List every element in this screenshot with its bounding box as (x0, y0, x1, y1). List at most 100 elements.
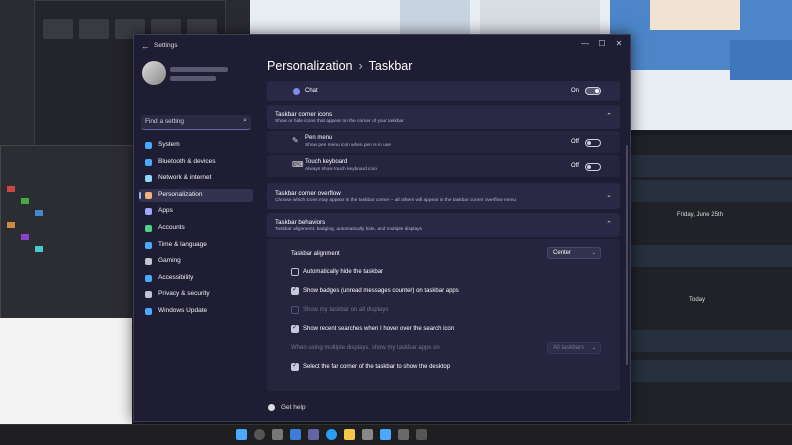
store-icon[interactable] (362, 429, 373, 440)
touch-keyboard-row: ⌨ Touch keyboard Always show touch keybo… (267, 155, 620, 177)
chevron-down-icon: ⌄ (591, 250, 596, 256)
back-arrow-icon[interactable]: ← (141, 41, 150, 51)
edge-icon[interactable] (326, 429, 337, 440)
sidebar-item-icon (145, 241, 152, 249)
chat-label: Chat (305, 88, 318, 94)
corner-icons-title: Taskbar corner icons (275, 111, 333, 118)
sidebar-item-label: Accounts (158, 224, 185, 231)
page-title: Taskbar (368, 59, 413, 73)
search-icon[interactable] (254, 429, 265, 440)
alignment-dropdown[interactable]: Center ⌄ (547, 247, 601, 259)
sidebar-item-label: System (158, 141, 180, 148)
background-tile (79, 19, 109, 39)
sidebar-item-time-language[interactable]: Time & language (139, 239, 253, 252)
sidebar-item-label: Windows Update (158, 307, 208, 314)
pen-menu-label: Pen menu (305, 135, 333, 141)
background-calendar: Friday, June 25th Today (628, 135, 792, 425)
background-tile (43, 19, 73, 39)
far-corner-checkbox[interactable] (291, 361, 299, 371)
sidebar-item-icon (145, 258, 152, 266)
corner-overflow-desc: Choose which icons may appear in the tas… (275, 198, 517, 203)
sidebar-item-apps[interactable]: Apps (139, 205, 253, 218)
sidebar-item-icon (145, 308, 152, 315)
scrollbar[interactable] (626, 145, 628, 365)
sidebar-item-label: Gaming (158, 257, 181, 265)
sidebar-item-gaming[interactable]: Gaming (139, 255, 253, 268)
chevron-up-icon[interactable]: ⌃ (606, 220, 612, 228)
user-name-redacted (170, 67, 228, 72)
start-icon[interactable] (236, 429, 247, 440)
sidebar-item-network-internet[interactable]: Network & internet (139, 172, 253, 185)
badges-label: Show badges (unread messages counter) on… (303, 288, 459, 294)
sidebar-item-label: Personalization (158, 190, 203, 198)
sidebar-item-label: Accessibility (158, 273, 194, 281)
breadcrumb-parent[interactable]: Personalization (267, 59, 352, 73)
breadcrumb-separator: › (358, 59, 363, 73)
task-view-icon[interactable] (272, 429, 283, 440)
sidebar-item-icon (145, 191, 152, 199)
behaviors-body: Taskbar alignment Center ⌄ Automatically… (267, 239, 620, 391)
sidebar-item-icon (145, 291, 152, 299)
chevron-up-icon[interactable]: ⌃ (606, 112, 612, 120)
auto-hide-checkbox[interactable] (291, 268, 299, 276)
settings-window: ← Settings — ☐ ✕ Find a setting ⌕ System… (133, 34, 631, 422)
widgets-icon[interactable] (290, 429, 301, 440)
sidebar-item-icon (145, 208, 152, 216)
get-help-link[interactable]: Get help (281, 404, 306, 411)
sidebar-item-icon (145, 274, 152, 282)
pen-menu-toggle[interactable] (585, 139, 601, 147)
mail-icon[interactable] (380, 429, 391, 440)
user-email-redacted (170, 76, 216, 81)
touch-keyboard-state: Off (571, 163, 579, 169)
corner-overflow-header[interactable]: Taskbar corner overflow Choose which ico… (267, 183, 620, 209)
sidebar-item-personalization[interactable]: Personalization (139, 188, 253, 202)
chat-toggle[interactable] (585, 87, 601, 95)
avatar[interactable] (142, 61, 166, 85)
corner-icons-header[interactable]: Taskbar corner icons Show or hide icons … (267, 105, 620, 129)
chevron-down-icon: ⌄ (591, 345, 596, 351)
app-icon[interactable] (416, 429, 427, 440)
minimize-button[interactable]: — (578, 39, 592, 48)
help-icon[interactable] (268, 404, 275, 411)
pen-menu-desc: Show pen menu icon when pen is in use (305, 143, 391, 148)
maximize-button[interactable]: ☐ (595, 39, 609, 48)
file-explorer-icon[interactable] (344, 429, 355, 440)
sidebar-item-windows-update[interactable]: Windows Update (139, 305, 253, 318)
chevron-down-icon[interactable]: ⌄ (606, 191, 612, 199)
sidebar-item-accounts[interactable]: Accounts (139, 222, 253, 235)
sidebar-item-icon (145, 225, 152, 232)
behaviors-header[interactable]: Taskbar behaviors Taskbar alignment, bad… (267, 213, 620, 237)
taskbar (0, 424, 792, 445)
search-icon[interactable]: ⌕ (243, 117, 247, 125)
sidebar-item-label: Time & language (158, 240, 207, 248)
touch-keyboard-toggle[interactable] (585, 163, 601, 171)
background-document (0, 318, 132, 428)
multi-display-label: When using multiple displays, show my ta… (291, 345, 440, 351)
sidebar-item-accessibility[interactable]: Accessibility (139, 272, 253, 285)
title-bar: ← Settings — ☐ ✕ (134, 35, 630, 57)
sidebar-item-system[interactable]: System (139, 139, 253, 152)
sidebar-item-icon (145, 175, 152, 183)
all-displays-checkbox (291, 306, 299, 314)
app-title: Settings (154, 42, 178, 49)
alignment-label: Taskbar alignment (291, 251, 340, 257)
close-button[interactable]: ✕ (612, 39, 626, 48)
calendar-today: Today (689, 297, 706, 303)
alignment-value: Center (553, 250, 572, 256)
behaviors-title: Taskbar behaviors (275, 219, 326, 226)
chat-row: Chat On (267, 81, 620, 101)
calendar-date: Friday, June 25th (677, 212, 723, 218)
keyboard-icon: ⌨ (292, 160, 304, 169)
sidebar-item-privacy-security[interactable]: Privacy & security (139, 288, 253, 301)
far-corner-label: Select the far corner of the taskbar to … (303, 364, 451, 370)
pen-menu-state: Off (571, 139, 579, 145)
auto-hide-label: Automatically hide the taskbar (303, 269, 384, 275)
badges-checkbox[interactable] (291, 285, 299, 295)
search-input[interactable]: Find a setting ⌕ (141, 115, 251, 130)
app-icon[interactable] (398, 429, 409, 440)
sidebar-item-bluetooth-devices[interactable]: Bluetooth & devices (139, 156, 253, 169)
chat-app-icon[interactable] (308, 429, 319, 440)
multi-display-dropdown: All taskbars ⌄ (547, 342, 601, 354)
recent-searches-checkbox[interactable] (291, 323, 299, 333)
sidebar: Find a setting ⌕ System Bluetooth & devic… (134, 57, 258, 421)
